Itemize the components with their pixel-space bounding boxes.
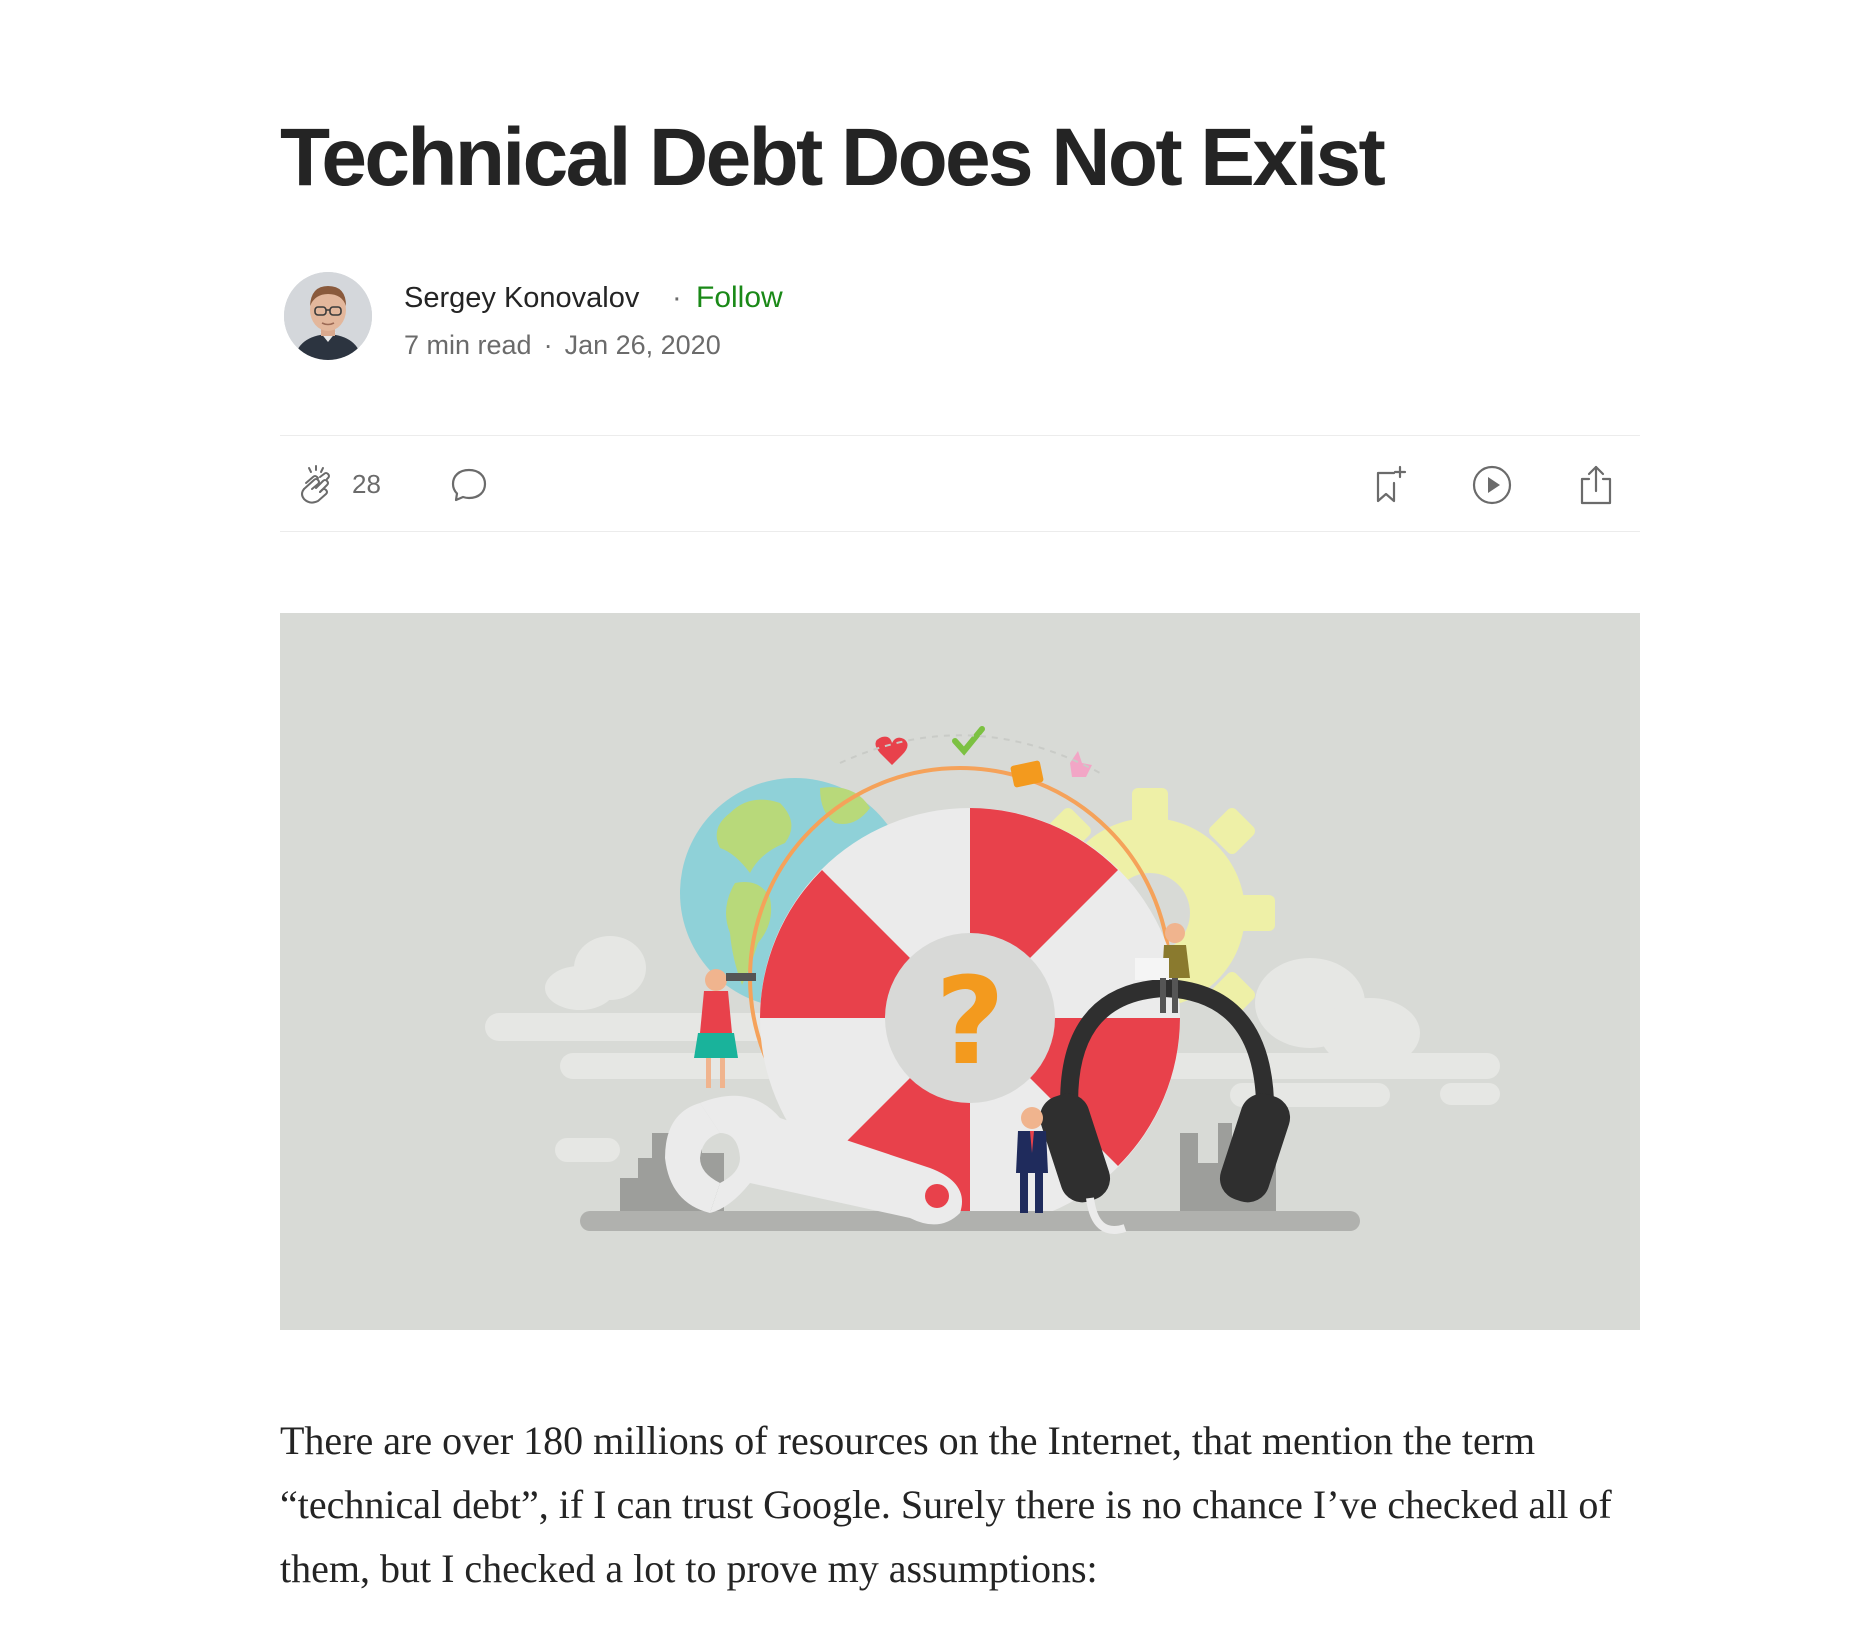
author-avatar[interactable] [284, 272, 372, 360]
save-button[interactable] [1368, 436, 1412, 533]
listen-button[interactable] [1470, 436, 1514, 533]
action-bar: 28 [280, 435, 1640, 532]
play-icon[interactable] [1470, 463, 1514, 507]
comment-icon[interactable] [448, 464, 490, 506]
clap-button[interactable]: 28 [296, 436, 381, 533]
share-button[interactable] [1576, 436, 1616, 533]
bookmark-add-icon[interactable] [1368, 463, 1412, 507]
follow-button[interactable]: Follow [696, 280, 783, 316]
article-title: Technical Debt Does Not Exist [280, 112, 1386, 203]
publish-date: Jan 26, 2020 [564, 330, 721, 360]
article: Technical Debt Does Not Exist Sergey Kon… [280, 0, 1640, 1638]
author-block: Sergey Konovalov · Follow 7 min read · Jan… [284, 272, 984, 362]
share-icon[interactable] [1576, 463, 1616, 507]
meta-separator: · [543, 330, 553, 360]
read-time: 7 min read [404, 330, 532, 360]
svg-text:?: ? [935, 953, 1005, 1092]
comment-button[interactable] [448, 436, 490, 533]
article-meta: 7 min read · Jan 26, 2020 [404, 328, 721, 362]
author-name[interactable]: Sergey Konovalov [404, 280, 639, 316]
hero-illustration: ? [280, 613, 1640, 1330]
clap-count: 28 [352, 469, 381, 499]
body-paragraph: There are over 180 millions of resources… [280, 1418, 1612, 1591]
separator-dot: · [672, 282, 682, 314]
clap-icon[interactable] [296, 463, 340, 507]
